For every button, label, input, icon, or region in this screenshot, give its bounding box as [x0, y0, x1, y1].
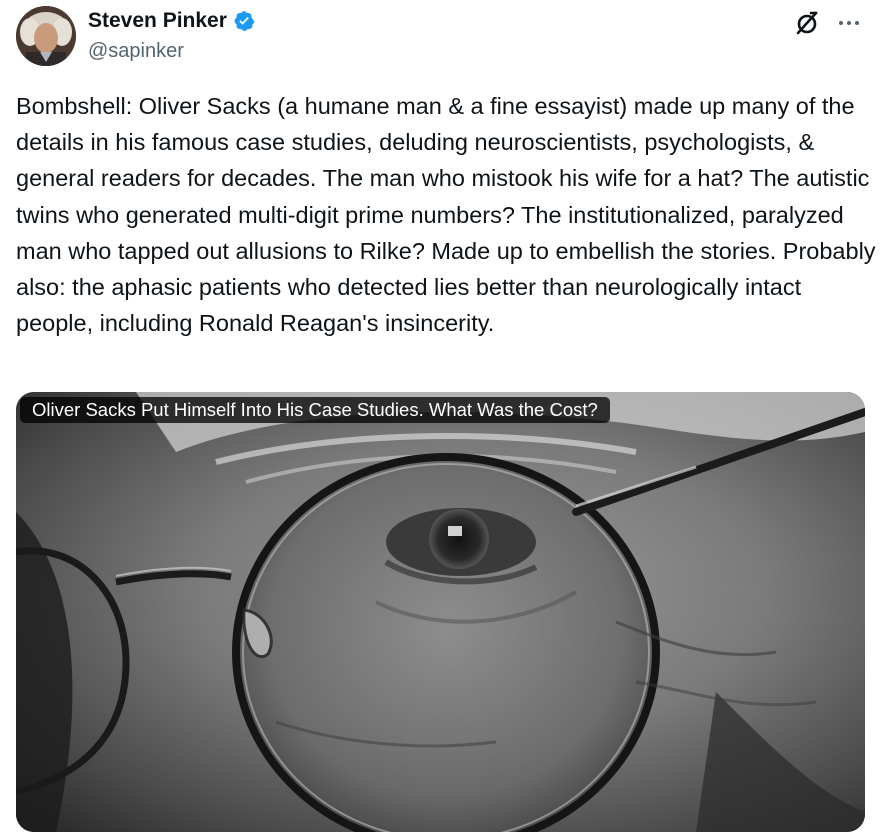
more-options-icon[interactable]: [834, 8, 864, 38]
link-card-title[interactable]: Oliver Sacks Put Himself Into His Case S…: [20, 397, 610, 423]
profile-avatar-icon: [16, 6, 76, 66]
card-photo: [16, 392, 865, 832]
display-name-row: Steven Pinker: [88, 6, 255, 36]
author-names: Steven Pinker @sapinker: [88, 6, 255, 65]
tweet-header: Steven Pinker @sapinker: [16, 4, 872, 68]
display-name[interactable]: Steven Pinker: [88, 6, 227, 36]
tweet-post: Steven Pinker @sapinker Bombshell: Olive…: [0, 0, 888, 832]
handle[interactable]: @sapinker: [88, 37, 255, 65]
avatar[interactable]: [16, 6, 76, 66]
verified-badge-icon[interactable]: [233, 10, 255, 32]
link-card-image[interactable]: [16, 392, 865, 832]
grok-icon[interactable]: [794, 10, 820, 36]
tweet-text: Bombshell: Oliver Sacks (a humane man & …: [16, 93, 883, 337]
